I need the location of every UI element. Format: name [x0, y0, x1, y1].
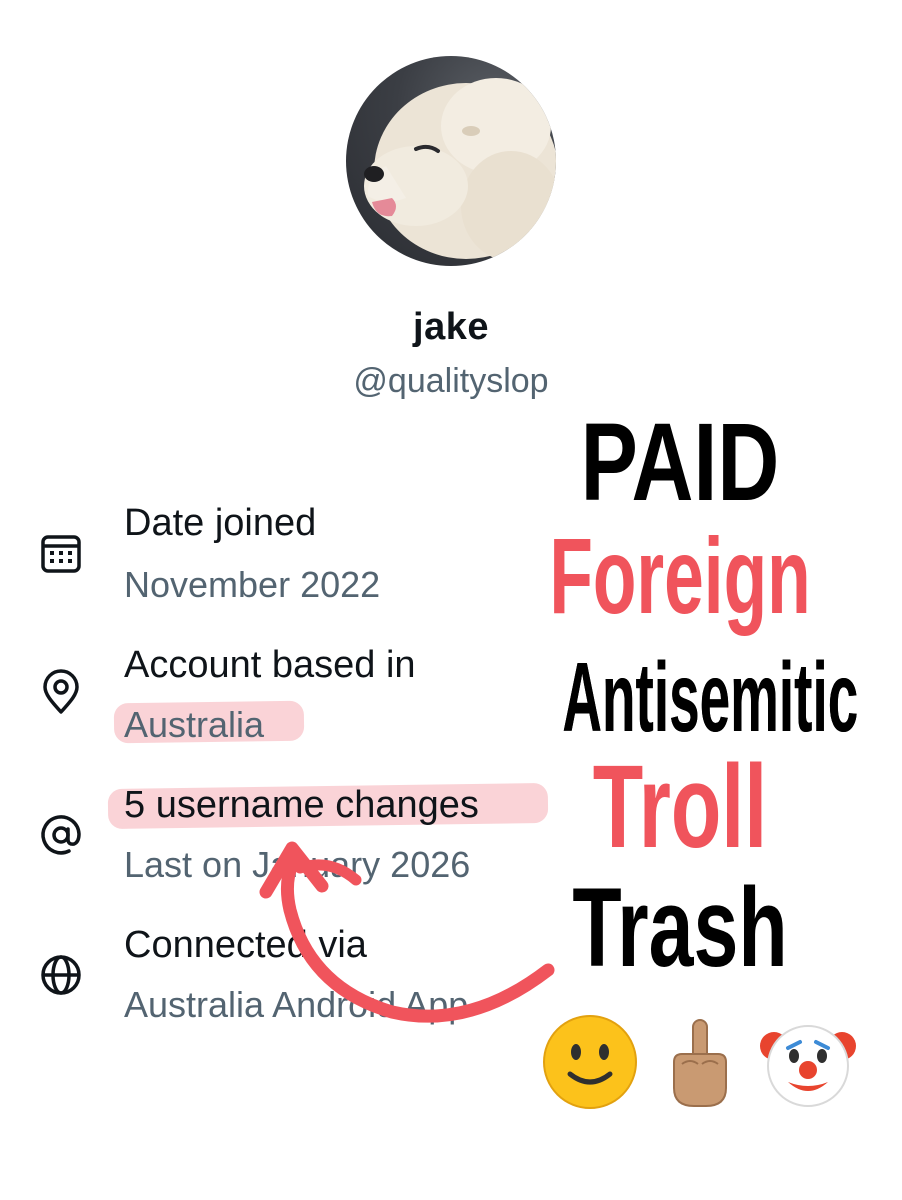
puppy-photo	[364, 78, 556, 261]
slightly-smiling-face-icon	[540, 1012, 640, 1112]
overlay-word-antisemitic: Antisemitic	[562, 642, 859, 752]
calendar-icon	[36, 528, 86, 578]
account-based-value: Australia	[124, 704, 265, 745]
overlay-word-troll: Troll	[592, 741, 768, 873]
connected-via-label: Connected via	[124, 924, 367, 966]
globe-icon	[36, 950, 86, 1000]
username-handle: @qualityslop	[353, 362, 549, 400]
username-changes-label: 5 username changes	[124, 784, 479, 826]
at-sign-icon	[36, 810, 86, 860]
connected-via-value: Australia Android App	[124, 984, 469, 1025]
account-based-label: Account based in	[124, 644, 416, 686]
date-joined-value: November 2022	[124, 564, 381, 605]
overlay-word-trash: Trash	[572, 865, 788, 990]
profile-avatar[interactable]	[346, 56, 556, 266]
overlay-word-foreign: Foreign	[549, 515, 811, 636]
clown-face-icon	[758, 1012, 858, 1112]
middle-finger-icon	[650, 1012, 750, 1112]
date-joined-label: Date joined	[124, 502, 317, 544]
location-pin-icon	[36, 668, 86, 718]
overlay-word-paid: PAID	[580, 401, 780, 524]
username-changes-value: Last on January 2026	[124, 844, 471, 885]
display-name: jake	[413, 306, 489, 348]
